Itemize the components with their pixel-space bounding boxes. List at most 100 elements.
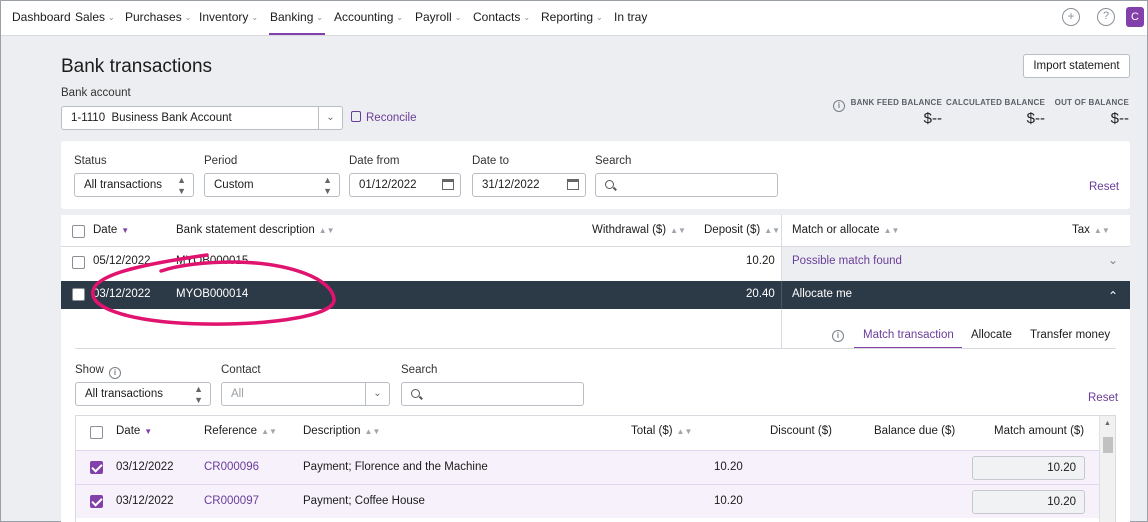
nav-accounting[interactable]: Accounting ⌄ bbox=[334, 10, 403, 24]
selected-table-row[interactable]: 03/12/2022 MYOB000014 20.40 Allocate me … bbox=[61, 281, 1130, 309]
table-row[interactable]: 03/12/2022 CR000097 Payment; Coffee Hous… bbox=[76, 484, 1100, 518]
row-date: 03/12/2022 bbox=[93, 288, 151, 300]
sort-arrows-icon: ▲ ▼ bbox=[177, 175, 186, 196]
column-header-reference[interactable]: Reference ▲▼ bbox=[204, 425, 277, 437]
row-reference-link[interactable]: CR000096 bbox=[204, 461, 259, 473]
reconcile-icon bbox=[351, 111, 361, 122]
column-header-match[interactable]: Match or allocate ▲▼ bbox=[792, 224, 899, 236]
show-value: All transactions bbox=[85, 388, 163, 400]
nav-contacts[interactable]: Contacts ⌄ bbox=[473, 10, 530, 24]
calendar-icon[interactable] bbox=[567, 179, 579, 190]
date-from-value: 01/12/2022 bbox=[359, 179, 417, 191]
nav-payroll[interactable]: Payroll ⌄ bbox=[415, 10, 461, 24]
bank-transactions-table: Date ▼ Bank statement description ▲▼ Withd… bbox=[61, 215, 1130, 522]
row-date: 05/12/2022 bbox=[93, 255, 151, 267]
row-reference-link[interactable]: CR000097 bbox=[204, 495, 259, 507]
chevron-up-icon[interactable]: ⌃ bbox=[1108, 289, 1118, 303]
top-navigation: Dashboard Sales ⌄ Purchases ⌄ Inventory ⌄ B… bbox=[1, 1, 1147, 36]
column-header-tax[interactable]: Tax ▲▼ bbox=[1072, 224, 1110, 236]
column-header-date[interactable]: Date ▼ bbox=[93, 224, 129, 236]
match-amount-value: 10.20 bbox=[1047, 462, 1076, 474]
chevron-down-icon: ⌄ bbox=[596, 13, 603, 22]
chevron-down-icon[interactable]: ⌄ bbox=[1108, 253, 1118, 267]
contact-select[interactable]: All ⌄ bbox=[221, 382, 390, 406]
reset-filters-link[interactable]: Reset bbox=[1089, 181, 1119, 193]
match-amount-input[interactable]: 10.20 bbox=[972, 456, 1085, 480]
column-header-date[interactable]: Date ▼ bbox=[116, 425, 152, 437]
row-checkbox[interactable] bbox=[72, 256, 85, 269]
table-row[interactable]: 03/12/2022 CR000096 Payment; Florence an… bbox=[76, 450, 1100, 484]
nav-payroll-label: Payroll bbox=[415, 10, 452, 24]
match-transactions-table: Date ▼ Reference ▲▼ Description ▲▼ Total ($… bbox=[75, 415, 1116, 522]
search-icon bbox=[411, 389, 420, 398]
nav-inventory[interactable]: Inventory ⌄ bbox=[199, 10, 258, 24]
chevron-down-icon: ⌄ bbox=[251, 13, 259, 22]
chevron-down-icon: ⌄ bbox=[316, 13, 324, 22]
tab-allocate[interactable]: Allocate bbox=[971, 329, 1012, 341]
match-amount-input[interactable]: 10.20 bbox=[972, 490, 1085, 514]
sort-icon: ▲▼ bbox=[676, 427, 693, 436]
date-to-input[interactable]: 31/12/2022 bbox=[472, 173, 586, 197]
nav-sales[interactable]: Sales ⌄ bbox=[75, 10, 115, 24]
date-from-input[interactable]: 01/12/2022 bbox=[349, 173, 461, 197]
column-header-match-label: Match or allocate bbox=[792, 224, 880, 236]
nav-purchases[interactable]: Purchases ⌄ bbox=[125, 10, 191, 24]
search-icon bbox=[605, 180, 614, 189]
row-deposit: 10.20 bbox=[746, 255, 775, 267]
bank-feed-balance-caption: BANK FEED BALANCE bbox=[850, 98, 942, 107]
nav-in-tray[interactable]: In tray bbox=[614, 10, 647, 24]
calculated-balance-value: $-- bbox=[1026, 110, 1045, 127]
search-input[interactable] bbox=[595, 173, 778, 197]
tab-transfer-money[interactable]: Transfer money bbox=[1030, 329, 1110, 341]
nav-reporting[interactable]: Reporting ⌄ bbox=[541, 10, 603, 24]
filter-panel: Status All transactions ▲ ▼ Period Custom… bbox=[61, 141, 1130, 209]
nav-banking-label: Banking bbox=[270, 10, 314, 24]
chevron-down-icon: ⌄ bbox=[318, 107, 342, 129]
status-select[interactable]: All transactions ▲ ▼ bbox=[74, 173, 194, 197]
column-header-description[interactable]: Bank statement description ▲▼ bbox=[176, 224, 335, 236]
nav-active-indicator bbox=[269, 33, 325, 35]
nav-banking[interactable]: Banking ⌄ bbox=[270, 10, 323, 24]
info-icon[interactable]: i bbox=[832, 330, 844, 342]
row-deposit: 20.40 bbox=[746, 288, 775, 300]
tab-match-transaction[interactable]: Match transaction bbox=[863, 329, 954, 341]
column-header-date-label: Date bbox=[93, 224, 118, 236]
column-header-deposit[interactable]: Deposit ($) ▲▼ bbox=[704, 224, 780, 236]
date-to-label: Date to bbox=[472, 155, 510, 167]
select-all-checkbox[interactable] bbox=[72, 225, 85, 238]
row-total: 10.20 bbox=[714, 495, 743, 507]
avatar[interactable]: C bbox=[1126, 7, 1144, 27]
detail-search-input[interactable] bbox=[401, 382, 584, 406]
column-header-total[interactable]: Total ($) ▲▼ bbox=[631, 425, 692, 437]
vertical-scrollbar[interactable]: ▲ bbox=[1099, 416, 1115, 522]
possible-match-link[interactable]: Possible match found bbox=[792, 255, 902, 267]
row-checkbox[interactable] bbox=[72, 288, 85, 301]
nav-dashboard[interactable]: Dashboard bbox=[12, 10, 71, 24]
import-statement-button[interactable]: Import statement bbox=[1023, 54, 1130, 78]
info-icon[interactable]: i bbox=[108, 367, 121, 379]
help-icon[interactable]: ? bbox=[1097, 8, 1115, 26]
scroll-up-arrow-icon[interactable]: ▲ bbox=[1104, 420, 1111, 427]
period-select[interactable]: Custom ▲ ▼ bbox=[204, 173, 340, 197]
calendar-icon[interactable] bbox=[442, 179, 454, 190]
select-all-checkbox[interactable] bbox=[90, 426, 103, 439]
nav-dashboard-label: Dashboard bbox=[12, 10, 71, 24]
column-header-withdrawal[interactable]: Withdrawal ($) ▲▼ bbox=[592, 224, 686, 236]
reconcile-link[interactable]: Reconcile bbox=[351, 111, 417, 124]
detail-reset-link[interactable]: Reset bbox=[1088, 392, 1118, 404]
column-header-description[interactable]: Description ▲▼ bbox=[303, 425, 380, 437]
nav-contacts-label: Contacts bbox=[473, 10, 521, 24]
sort-arrows-icon: ▲ ▼ bbox=[194, 384, 203, 405]
column-divider bbox=[781, 281, 782, 309]
row-checkbox[interactable] bbox=[90, 461, 103, 474]
period-value: Custom bbox=[214, 179, 254, 191]
scrollbar-thumb[interactable] bbox=[1103, 437, 1113, 453]
bank-account-select[interactable]: 1-1110 Business Bank Account ⌄ bbox=[61, 106, 343, 130]
add-icon[interactable]: + bbox=[1062, 8, 1080, 26]
row-checkbox[interactable] bbox=[90, 495, 103, 508]
chevron-down-icon: ⌄ bbox=[454, 13, 462, 22]
chevron-down-icon: ⌄ bbox=[108, 13, 115, 22]
column-header-balance-due: Balance due ($) bbox=[874, 425, 956, 437]
info-icon[interactable]: i bbox=[833, 100, 845, 112]
show-select[interactable]: All transactions ▲ ▼ bbox=[75, 382, 211, 406]
